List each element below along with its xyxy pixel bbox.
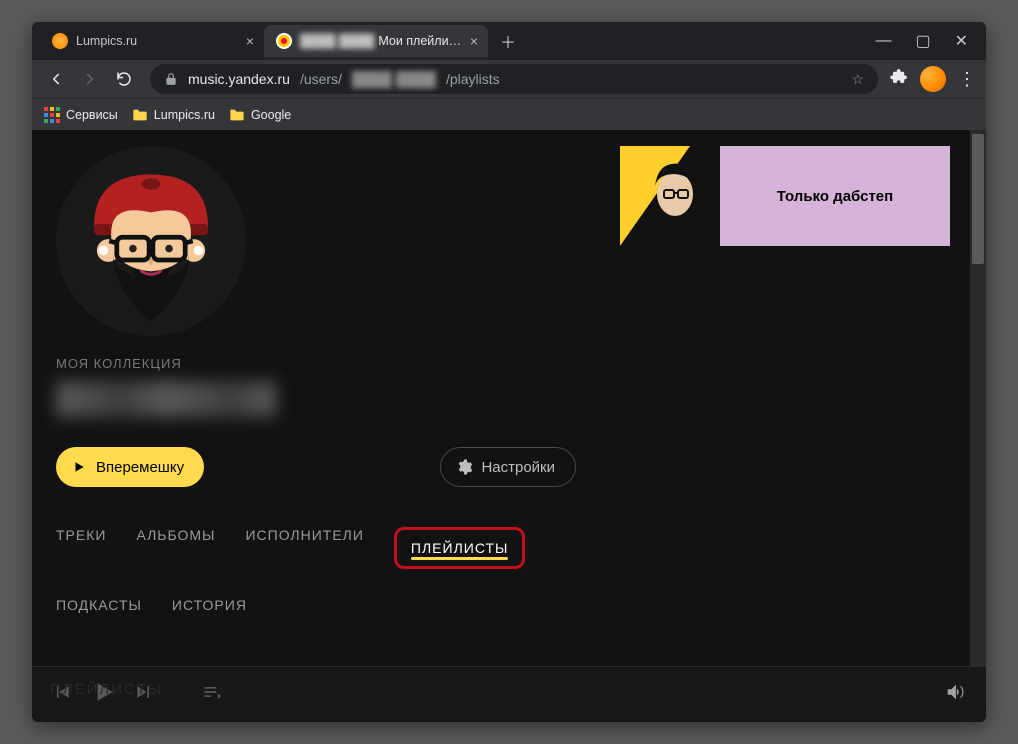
apps-grid-icon <box>44 107 60 123</box>
tab-tracks[interactable]: ТРЕКИ <box>56 527 106 569</box>
back-button[interactable] <box>42 65 70 93</box>
tab-albums[interactable]: АЛЬБОМЫ <box>136 527 215 569</box>
settings-label: Настройки <box>481 459 555 476</box>
tab-yandex-music[interactable]: ████ ████ Мои плейлисты на Я × <box>264 25 488 57</box>
shuffle-button[interactable]: Вперемешку <box>56 447 204 487</box>
menu-icon[interactable]: ⋮ <box>958 69 976 90</box>
playlists-aside: Только дабстеп <box>606 130 970 666</box>
bookmark-label: Lumpics.ru <box>154 108 215 122</box>
address-bar[interactable]: music.yandex.ru/users/ ████-████ /playlist… <box>150 64 878 94</box>
user-avatar[interactable] <box>56 146 246 336</box>
playlist-card[interactable]: Только дабстеп <box>620 146 950 246</box>
collection-tabs: ТРЕКИ АЛЬБОМЫ ИСПОЛНИТЕЛИ ПЛЕЙЛИСТЫ ПОДК… <box>56 527 606 617</box>
playlist-title: Только дабстеп <box>720 146 950 246</box>
close-window-icon[interactable]: ✕ <box>955 31 968 51</box>
tab-podcasts[interactable]: ПОДКАСТЫ <box>56 597 142 617</box>
tab-history[interactable]: ИСТОРИЯ <box>172 597 247 617</box>
bookmarks-bar: Сервисы Lumpics.ru Google <box>32 98 986 130</box>
gear-icon <box>455 458 473 476</box>
tab-title-blurred: ████ ████ <box>300 34 374 48</box>
username-blurred <box>56 381 276 417</box>
tab-artists[interactable]: ИСПОЛНИТЕЛИ <box>245 527 363 569</box>
section-label: МОЯ КОЛЛЕКЦИЯ <box>56 356 606 371</box>
window-controls: — ▢ ✕ <box>865 22 978 60</box>
url-path1: /users/ <box>300 71 342 87</box>
url-path2: /playlists <box>446 71 500 87</box>
close-icon[interactable]: × <box>470 34 478 48</box>
new-tab-button[interactable]: ＋ <box>494 27 522 55</box>
bookmark-label: Google <box>251 108 291 122</box>
tab-lumpics[interactable]: Lumpics.ru × <box>40 25 264 57</box>
profile-avatar-button[interactable] <box>920 66 946 92</box>
bookmark-apps[interactable]: Сервисы <box>44 107 118 123</box>
playlist-cover <box>620 146 720 246</box>
settings-button[interactable]: Настройки <box>440 447 576 487</box>
vertical-scrollbar[interactable] <box>970 130 986 666</box>
ghost-text: ПЛЕЙЛИСТЫ <box>50 681 163 698</box>
bookmark-label: Сервисы <box>66 108 118 122</box>
close-icon[interactable]: × <box>246 34 254 48</box>
url-host: music.yandex.ru <box>188 71 290 87</box>
shuffle-label: Вперемешку <box>96 459 184 476</box>
favicon-lumpics-icon <box>52 33 68 49</box>
bookmark-google[interactable]: Google <box>229 108 291 122</box>
bookmark-star-icon[interactable]: ☆ <box>851 71 864 88</box>
bookmark-lumpics[interactable]: Lumpics.ru <box>132 108 215 122</box>
tab-title: Lumpics.ru <box>76 34 238 48</box>
active-underline <box>411 557 509 560</box>
tab-bar: Lumpics.ru × ████ ████ Мои плейлисты на … <box>32 22 986 60</box>
extensions-icon[interactable] <box>890 68 908 91</box>
url-user-blurred: ████-████ <box>352 71 436 87</box>
reload-button[interactable] <box>110 65 138 93</box>
tab-title: Мои плейлисты на Я <box>378 34 461 48</box>
player-bar: ПЛЕЙЛИСТЫ <box>32 666 986 722</box>
minimize-icon[interactable]: — <box>875 32 891 50</box>
profile-section: МОЯ КОЛЛЕКЦИЯ Вперемешку Настройки ТРЕКИ… <box>32 130 606 666</box>
folder-icon <box>132 108 148 122</box>
browser-window: Lumpics.ru × ████ ████ Мои плейлисты на … <box>32 22 986 722</box>
folder-icon <box>229 108 245 122</box>
forward-button[interactable] <box>76 65 104 93</box>
maximize-icon[interactable]: ▢ <box>915 31 930 51</box>
lock-icon <box>164 72 178 86</box>
scroll-thumb[interactable] <box>972 134 984 264</box>
volume-button[interactable] <box>944 681 966 708</box>
tab-playlists-highlighted[interactable]: ПЛЕЙЛИСТЫ <box>394 527 526 569</box>
queue-button[interactable] <box>202 682 222 707</box>
favicon-yandexmusic-icon <box>276 33 292 49</box>
play-icon <box>72 460 86 474</box>
browser-toolbar: music.yandex.ru/users/ ████-████ /playlist… <box>32 60 986 98</box>
page-content: МОЯ КОЛЛЕКЦИЯ Вперемешку Настройки ТРЕКИ… <box>32 130 986 666</box>
